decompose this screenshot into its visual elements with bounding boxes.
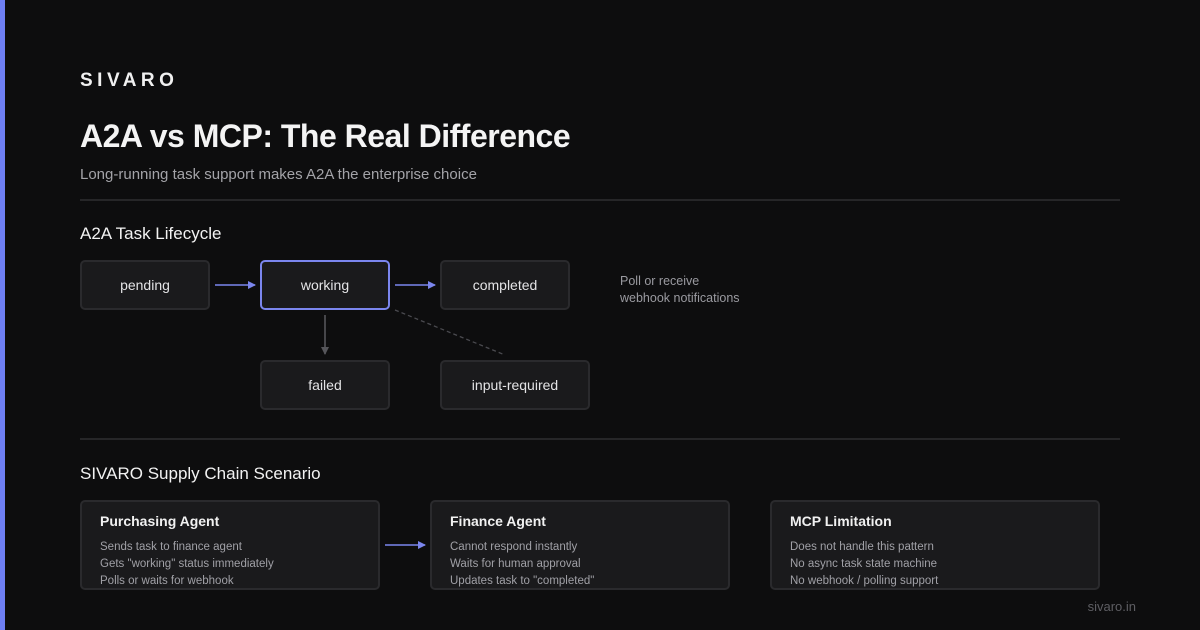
card-line: Does not handle this pattern — [790, 541, 934, 553]
lifecycle-note: Poll or receive webhook notifications — [620, 273, 740, 307]
card-title: Finance Agent — [450, 513, 546, 529]
card-purchasing-agent: Purchasing Agent Sends task to finance a… — [80, 500, 380, 590]
note-line: Poll or receive — [620, 274, 700, 288]
card-title: Purchasing Agent — [100, 513, 220, 529]
card-line: Updates task to "completed" — [450, 575, 595, 587]
state-working: working — [260, 260, 390, 310]
state-failed: failed — [260, 360, 390, 410]
divider-bottom — [80, 438, 1120, 440]
card-title: MCP Limitation — [790, 513, 892, 529]
dashed-working-to-input-required — [394, 309, 506, 356]
card-mcp-limitation: MCP Limitation Does not handle this patt… — [770, 500, 1100, 590]
note-line: webhook notifications — [620, 291, 740, 305]
state-pending: pending — [80, 260, 210, 310]
card-line: Polls or waits for webhook — [100, 575, 234, 587]
scenario-heading: SIVARO Supply Chain Scenario — [80, 464, 321, 483]
footer-url: sivaro.in — [1087, 599, 1136, 614]
card-line: Sends task to finance agent — [100, 541, 242, 553]
card-line: Waits for human approval — [450, 558, 581, 570]
card-line: Cannot respond instantly — [450, 541, 578, 553]
state-input-required: input-required — [440, 360, 590, 410]
card-line: No async task state machine — [790, 558, 938, 570]
card-finance-agent: Finance Agent Cannot respond instantly W… — [430, 500, 730, 590]
card-line: Gets "working" status immediately — [100, 558, 274, 570]
state-completed: completed — [440, 260, 570, 310]
card-line: No webhook / polling support — [790, 575, 939, 587]
